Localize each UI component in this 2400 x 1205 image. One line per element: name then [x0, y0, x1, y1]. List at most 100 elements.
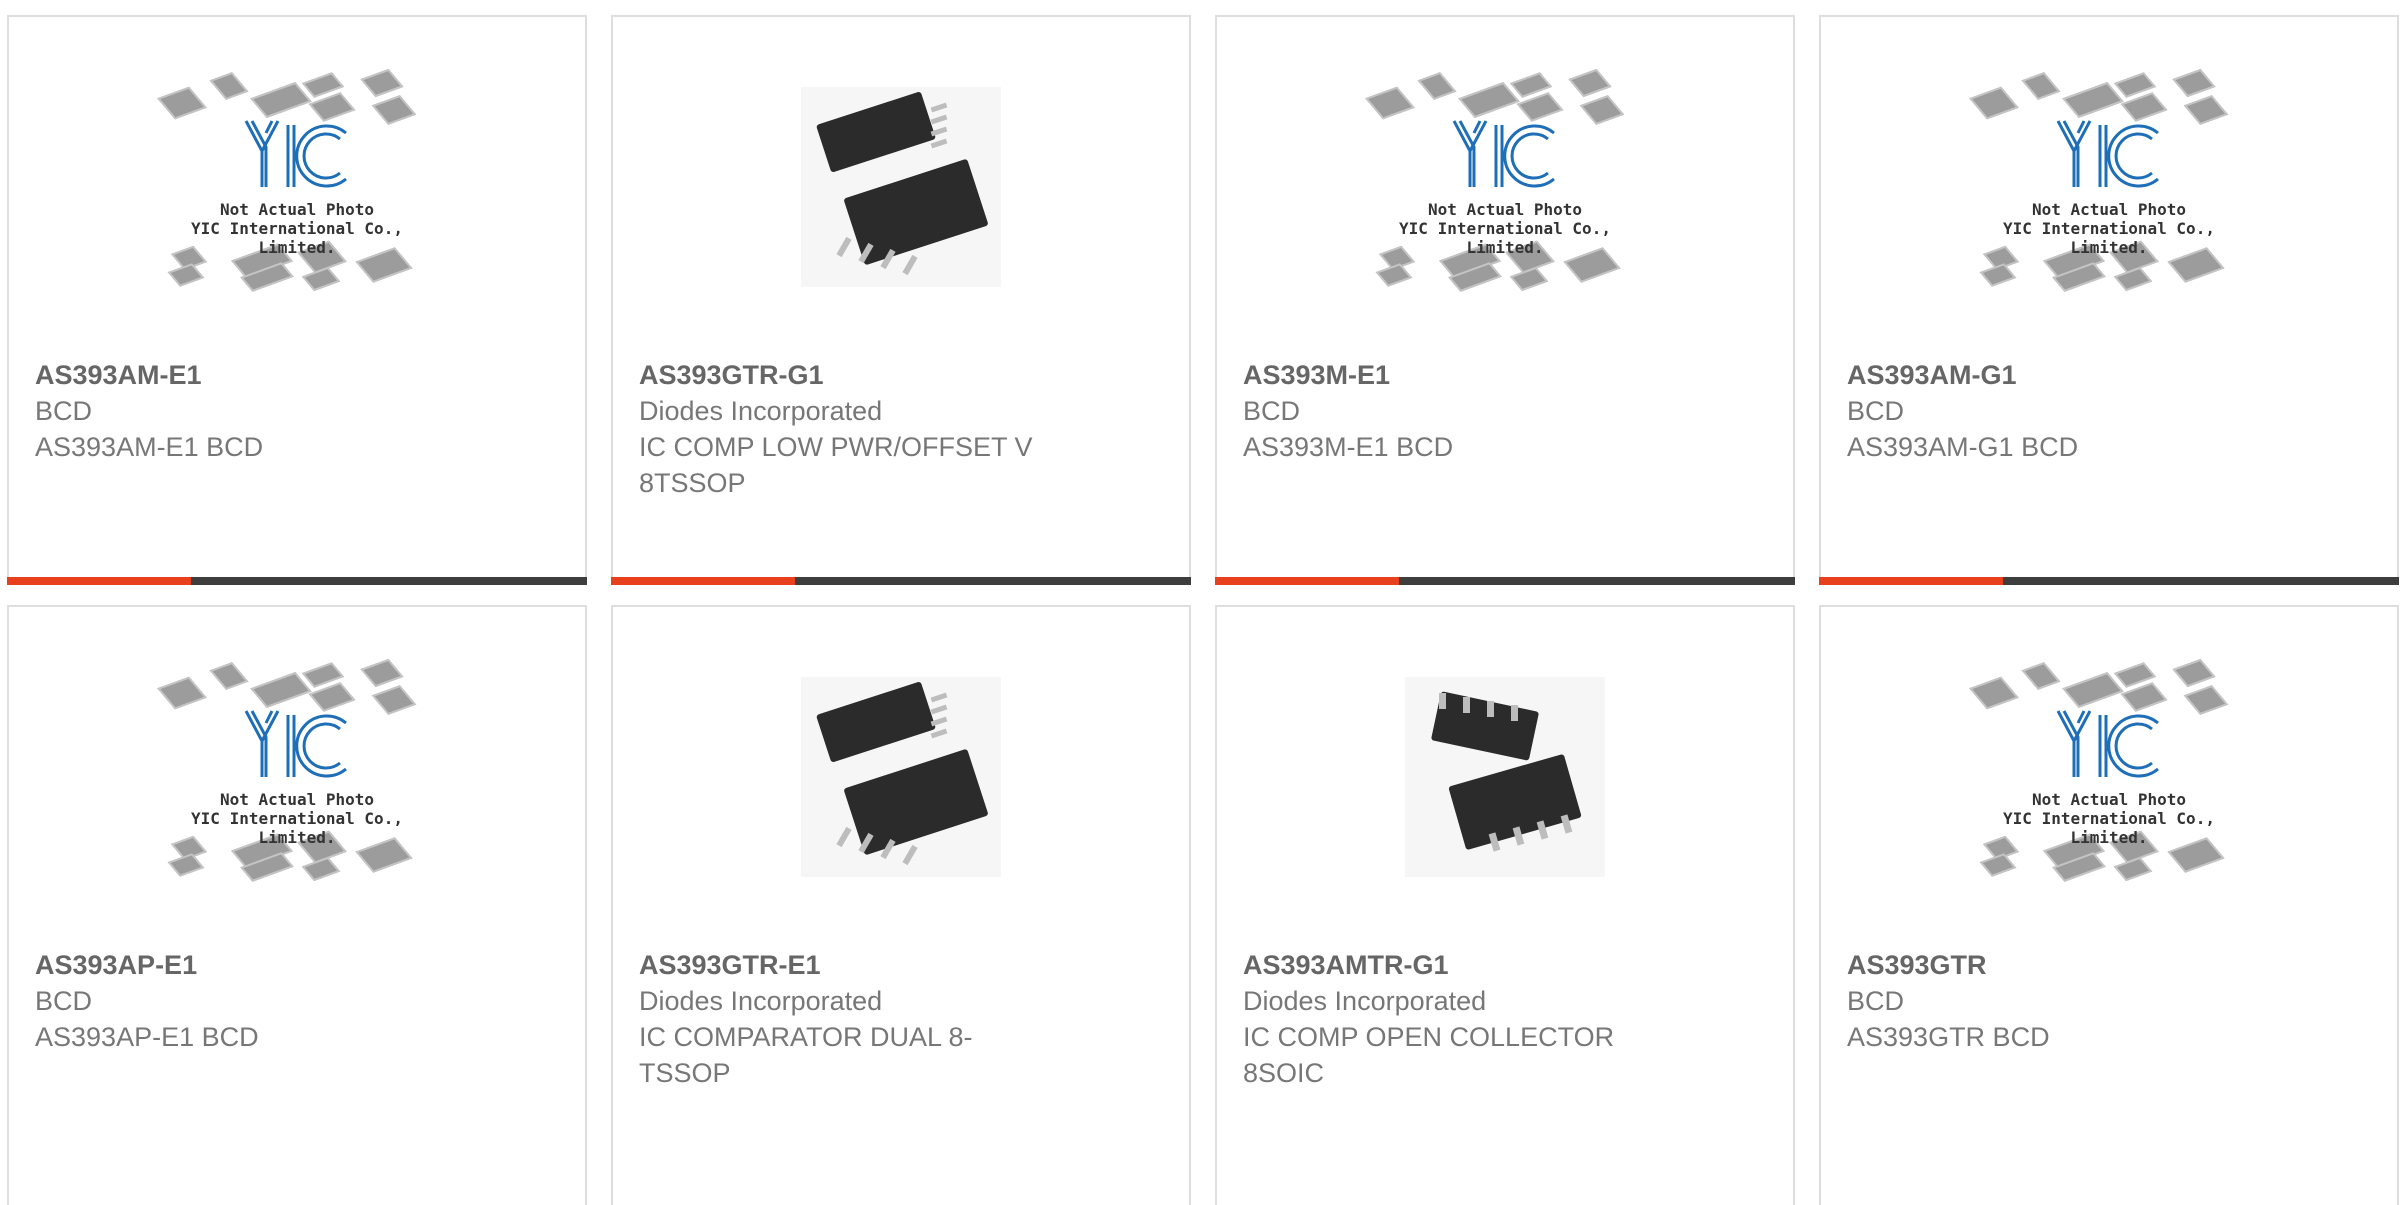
product-card[interactable]: YIC Not Actual Photo YIC International Co… — [7, 605, 587, 1205]
placeholder-image: YIC Not Actual Photo YIC International Co… — [157, 62, 437, 312]
manufacturer: BCD — [1847, 986, 1905, 1016]
placeholder-note: Not Actual Photo YIC International Co., L… — [1969, 790, 2249, 847]
chip-thumbnail — [157, 86, 207, 120]
description: AS393AM-G1 BCD — [1847, 432, 2079, 462]
product-card[interactable]: YIC Not Actual Photo YIC International Co… — [1215, 15, 1795, 585]
product-card[interactable]: YIC Not Actual Photo YIC International Co… — [1819, 15, 2399, 585]
ic-lead — [930, 102, 948, 113]
placeholder-line2: YIC International Co., Limited. — [191, 219, 403, 257]
product-card[interactable]: YIC Not Actual Photo YIC International Co… — [1819, 605, 2399, 1205]
chip-thumbnail — [2062, 672, 2124, 708]
chip-thumbnail — [250, 672, 312, 708]
manufacturer: Diodes Incorporated — [639, 396, 883, 426]
chip-thumbnail — [301, 266, 341, 292]
chip-thumbnail — [157, 676, 207, 710]
product-image[interactable] — [1217, 607, 1793, 947]
part-number[interactable]: AS393GTR — [1847, 947, 2267, 983]
card-bottom-bar — [1819, 577, 2399, 585]
placeholder-note: Not Actual Photo YIC International Co., L… — [157, 200, 437, 257]
manufacturer: BCD — [1847, 396, 1905, 426]
chip-thumbnail — [2021, 72, 2061, 100]
product-card[interactable]: AS393GTR-E1 Diodes Incorporated IC COMPA… — [611, 605, 1191, 1205]
ic-lead — [930, 114, 948, 125]
part-number[interactable]: AS393AM-E1 — [35, 357, 455, 393]
part-number[interactable]: AS393GTR-E1 — [639, 947, 1059, 983]
manufacturer: BCD — [35, 986, 93, 1016]
product-image[interactable] — [613, 17, 1189, 357]
ic-lead — [1463, 697, 1470, 713]
chip-thumbnail — [1375, 263, 1413, 287]
manufacturer: Diodes Incorporated — [1243, 986, 1487, 1016]
part-number[interactable]: AS393AM-G1 — [1847, 357, 2267, 393]
product-image[interactable]: YIC Not Actual Photo YIC International Co… — [1821, 17, 2397, 357]
card-bottom-bar — [7, 577, 587, 585]
chip-thumbnail — [1568, 68, 1612, 98]
description: AS393GTR BCD — [1847, 1022, 2050, 1052]
description: AS393AP-E1 BCD — [35, 1022, 259, 1052]
card-bottom-bar — [1215, 577, 1795, 585]
chip-thumbnail — [1979, 263, 2017, 287]
manufacturer: Diodes Incorporated — [639, 986, 883, 1016]
placeholder-image: YIC Not Actual Photo YIC International Co… — [1365, 62, 1645, 312]
chip-thumbnail — [1365, 86, 1415, 120]
ic-lead — [902, 254, 918, 276]
tssop-package-photo — [801, 677, 1001, 877]
ic-lead — [1487, 701, 1494, 717]
soic-package-photo — [1405, 677, 1605, 877]
ic-body-top — [815, 681, 937, 763]
placeholder-line1: Not Actual Photo — [219, 790, 375, 809]
description: AS393M-E1 BCD — [1243, 432, 1454, 462]
chip-thumbnail — [2172, 658, 2216, 688]
yic-logo-icon: YIC — [242, 117, 347, 188]
chip-thumbnail — [2021, 662, 2061, 690]
ic-lead — [836, 826, 852, 848]
product-image[interactable]: YIC Not Actual Photo YIC International Co… — [9, 607, 585, 947]
chip-thumbnail — [360, 658, 404, 688]
part-number[interactable]: AS393AMTR-G1 — [1243, 947, 1663, 983]
ic-lead — [902, 844, 918, 866]
placeholder-image: YIC Not Actual Photo YIC International Co… — [1969, 62, 2249, 312]
product-image[interactable] — [613, 607, 1189, 947]
chip-thumbnail — [167, 853, 205, 877]
chip-thumbnail — [1458, 82, 1520, 118]
part-number[interactable]: AS393GTR-G1 — [639, 357, 1059, 393]
part-number[interactable]: AS393AP-E1 — [35, 947, 455, 983]
placeholder-note: Not Actual Photo YIC International Co., L… — [157, 790, 437, 847]
placeholder-line2: YIC International Co., Limited. — [2003, 809, 2215, 847]
description: IC COMP OPEN COLLECTOR 8SOIC — [1243, 1022, 1615, 1088]
product-image[interactable]: YIC Not Actual Photo YIC International Co… — [1217, 17, 1793, 357]
chip-thumbnail — [250, 82, 312, 118]
product-image[interactable]: YIC Not Actual Photo YIC International Co… — [1821, 607, 2397, 947]
placeholder-line2: YIC International Co., Limited. — [191, 809, 403, 847]
chip-thumbnail — [301, 856, 341, 882]
product-card[interactable]: AS393AMTR-G1 Diodes Incorporated IC COMP… — [1215, 605, 1795, 1205]
part-number[interactable]: AS393M-E1 — [1243, 357, 1663, 393]
product-card[interactable]: AS393GTR-G1 Diodes Incorporated IC COMP … — [611, 15, 1191, 585]
product-image[interactable]: YIC Not Actual Photo YIC International Co… — [9, 17, 585, 357]
chip-thumbnail — [209, 72, 249, 100]
yic-logo: YIC — [1969, 117, 2249, 198]
logo-text: YIC — [1450, 117, 1452, 118]
placeholder-note: Not Actual Photo YIC International Co., L… — [1365, 200, 1645, 257]
placeholder-image: YIC Not Actual Photo YIC International Co… — [157, 652, 437, 902]
chip-thumbnail — [1969, 86, 2019, 120]
placeholder-line1: Not Actual Photo — [219, 200, 375, 219]
yic-logo: YIC — [1969, 707, 2249, 788]
chip-thumbnail — [1979, 853, 2017, 877]
card-bottom-bar — [611, 577, 1191, 585]
placeholder-line1: Not Actual Photo — [2031, 790, 2187, 809]
ic-lead — [930, 728, 948, 739]
chip-thumbnail — [1509, 266, 1549, 292]
ic-lead — [1511, 705, 1518, 721]
yic-logo-icon: YIC — [2056, 120, 2159, 188]
description: IC COMPARATOR DUAL 8-TSSOP — [639, 1022, 973, 1088]
ic-lead — [1439, 693, 1446, 709]
chip-thumbnail — [1969, 676, 2019, 710]
description: AS393AM-E1 BCD — [35, 432, 264, 462]
ic-lead — [930, 126, 948, 137]
yic-logo-icon: YIC — [244, 710, 347, 778]
placeholder-line2: YIC International Co., Limited. — [1399, 219, 1611, 257]
logo-text: YIC — [242, 117, 244, 118]
product-card[interactable]: YIC Not Actual Photo YIC International Co… — [7, 15, 587, 585]
logo-text: YIC — [2054, 707, 2056, 708]
